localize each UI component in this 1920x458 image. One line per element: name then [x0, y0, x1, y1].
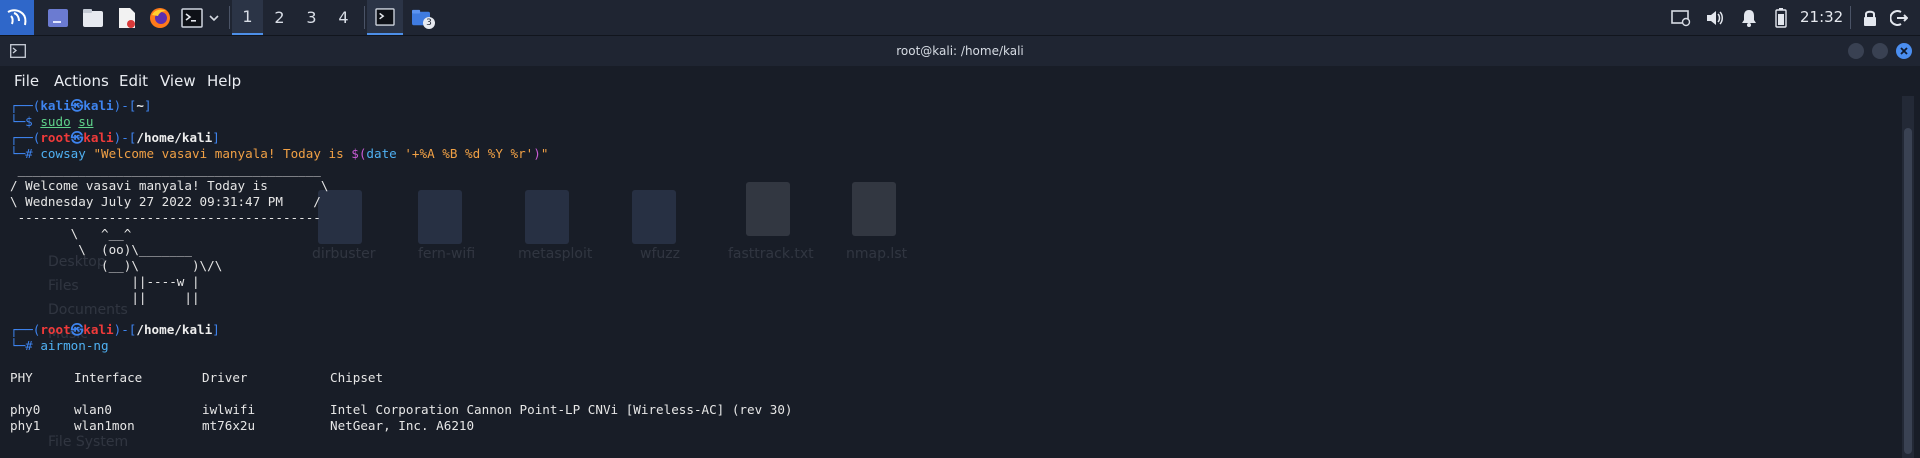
maximize-button[interactable]: [1872, 43, 1888, 59]
cowsay-line: \ Wednesday July 27 2022 09:31:47 PM /: [10, 194, 321, 209]
workspace-2[interactable]: 2: [264, 0, 295, 35]
terminal-output[interactable]: ┌──(kali㉿kali)-[~] └─$ sudo su ┌──(root㉿…: [0, 96, 1900, 458]
table-header-chipset: Chipset: [330, 370, 384, 385]
close-icon: [1900, 47, 1908, 55]
notifications-bell-icon[interactable]: [1737, 0, 1761, 35]
command-line: └─$ sudo su: [10, 114, 94, 129]
table-cell: Intel Corporation Cannon Point-LP CNVi […: [330, 402, 793, 417]
minimize-button[interactable]: [1848, 43, 1864, 59]
terminal-icon: [375, 7, 395, 26]
terminal-icon[interactable]: [180, 0, 204, 35]
file-manager-icon[interactable]: [80, 0, 106, 35]
prompt-line: ┌──(kali㉿kali)-[~]: [10, 98, 152, 113]
table-cell: mt76x2u: [202, 418, 256, 433]
panel-separator: [364, 6, 365, 29]
table-cell: NetGear, Inc. A6210: [330, 418, 475, 433]
top-panel: 1 2 3 4 3 21:32: [0, 0, 1920, 36]
table-header-phy: PHY: [10, 370, 33, 385]
prompt-line: ┌──(root㉿kali)-[/home/kali]: [10, 130, 220, 145]
panel-separator: [229, 6, 230, 29]
logout-icon[interactable]: [1886, 0, 1912, 35]
prompt-line: ┌──(root㉿kali)-[/home/kali]: [10, 322, 220, 337]
cowsay-line: ||----w |: [10, 274, 200, 289]
cowsay-line: \ ^__^: [10, 226, 132, 241]
cowsay-line: (__)\ )\/\: [10, 258, 223, 273]
command-line: └─# cowsay "Welcome vasavi manyala! Toda…: [10, 146, 549, 161]
menu-help[interactable]: Help: [207, 66, 241, 96]
table-cell: iwlwifi: [202, 402, 256, 417]
window-title: root@kali: /home/kali: [896, 44, 1024, 58]
command-line: └─# airmon-ng: [10, 338, 109, 353]
window-count-badge: 3: [423, 16, 435, 29]
menu-bar: File Actions Edit View Help: [0, 66, 1920, 96]
taskbar-terminal-window[interactable]: [367, 0, 403, 35]
battery-icon[interactable]: [1770, 0, 1792, 35]
cowsay-line: || ||: [10, 290, 200, 305]
menu-file[interactable]: File: [14, 66, 39, 96]
volume-icon[interactable]: [1702, 0, 1728, 35]
table-cell: wlan1mon: [74, 418, 135, 433]
screen-capture-icon[interactable]: [1668, 0, 1694, 35]
cowsay-line: ----------------------------------------: [10, 210, 321, 225]
cowsay-line: / Welcome vasavi manyala! Today is \: [10, 178, 329, 193]
workspace-3[interactable]: 3: [296, 0, 327, 35]
menu-edit[interactable]: Edit: [119, 66, 148, 96]
firefox-icon[interactable]: [147, 0, 173, 35]
workspace-1[interactable]: 1: [232, 0, 263, 35]
table-header-interface: Interface: [74, 370, 143, 385]
table-cell: phy1: [10, 418, 41, 433]
menu-actions[interactable]: Actions: [54, 66, 109, 96]
chevron-down-icon[interactable]: [206, 0, 222, 35]
menu-view[interactable]: View: [160, 66, 196, 96]
show-desktop-icon[interactable]: [45, 0, 71, 35]
table-cell: wlan0: [74, 402, 112, 417]
table-cell: phy0: [10, 402, 41, 417]
table-header-driver: Driver: [202, 370, 248, 385]
cowsay-line: \ (oo)\_______: [10, 242, 192, 257]
window-titlebar[interactable]: root@kali: /home/kali: [0, 36, 1920, 66]
panel-separator: [1850, 6, 1851, 29]
workspace-4[interactable]: 4: [328, 0, 359, 35]
panel-clock[interactable]: 21:32: [1800, 0, 1843, 35]
terminal-window: root@kali: /home/kali File Actions Edit …: [0, 36, 1920, 458]
close-button[interactable]: [1896, 43, 1912, 59]
text-editor-icon[interactable]: [114, 0, 140, 35]
cowsay-line: ________________________________________: [10, 162, 321, 177]
lock-icon[interactable]: [1857, 0, 1883, 35]
kali-menu-icon[interactable]: [0, 0, 34, 35]
taskbar-file-manager-group[interactable]: 3: [405, 0, 441, 35]
scrollbar-thumb[interactable]: [1904, 128, 1912, 454]
